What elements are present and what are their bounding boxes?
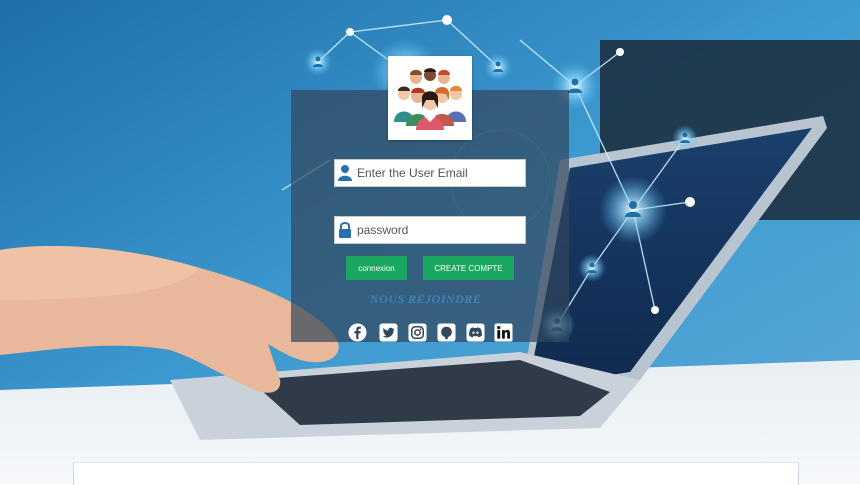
bottom-panel [73,462,799,485]
linkedin-icon[interactable] [494,323,513,342]
email-field[interactable] [334,159,527,187]
facebook-icon[interactable] [348,323,367,342]
create-account-button[interactable]: CREATE COMPTE [423,256,514,280]
user-icon [335,160,355,186]
github-icon[interactable] [437,323,456,342]
lock-icon [335,217,355,243]
social-links [348,323,518,343]
login-button[interactable]: connexion [346,256,407,280]
people-group-icon [394,68,466,130]
discord-icon[interactable] [466,323,485,342]
twitter-icon[interactable] [379,323,398,342]
password-input[interactable] [355,217,527,243]
instagram-icon[interactable] [408,323,427,342]
email-input[interactable] [355,160,527,186]
password-field[interactable] [334,216,527,244]
users-group-avatar [388,56,472,140]
join-link[interactable]: NOUS REJOINDRE [370,292,492,307]
